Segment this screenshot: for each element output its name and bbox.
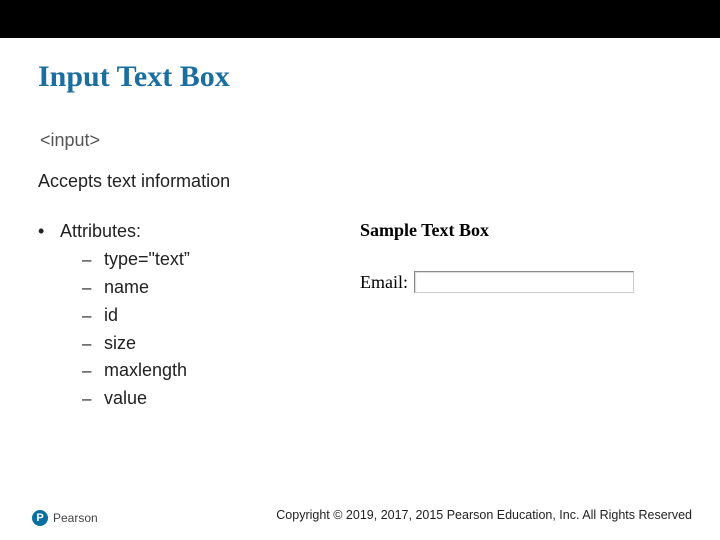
attribute-label: size: [104, 330, 136, 358]
attribute-label: id: [104, 302, 118, 330]
copyright: Copyright © 2019, 2017, 2015 Pearson Edu…: [276, 508, 692, 522]
list-item: –name: [82, 274, 360, 302]
slide-title: Input Text Box: [38, 60, 682, 94]
sample-column: Sample Text Box Email:: [360, 218, 682, 293]
attributes-column: • Attributes: –type="text” –name –id –si…: [38, 218, 360, 413]
bullet-lead: • Attributes:: [38, 218, 360, 246]
pearson-logo: P Pearson: [32, 510, 98, 526]
list-item: –maxlength: [82, 357, 360, 385]
email-field[interactable]: [414, 271, 634, 293]
bullet-dot: •: [38, 218, 60, 246]
attribute-label: maxlength: [104, 357, 187, 385]
list-item: –type="text”: [82, 246, 360, 274]
attribute-label: name: [104, 274, 149, 302]
list-item: –id: [82, 302, 360, 330]
logo-text: Pearson: [53, 511, 98, 525]
sample-heading: Sample Text Box: [360, 220, 682, 241]
list-item: –value: [82, 385, 360, 413]
description: Accepts text information: [38, 171, 682, 192]
content-row: • Attributes: –type="text” –name –id –si…: [38, 218, 682, 413]
list-item: –size: [82, 330, 360, 358]
logo-mark: P: [32, 510, 48, 526]
attribute-label: value: [104, 385, 147, 413]
attributes-list: –type="text” –name –id –size –maxlength …: [82, 246, 360, 413]
sample-label: Email:: [360, 272, 408, 293]
code-tag: <input>: [40, 130, 682, 151]
slide: Input Text Box <input> Accepts text info…: [0, 38, 720, 540]
bullet-lead-text: Attributes:: [60, 218, 141, 246]
attribute-label: type="text”: [104, 246, 190, 274]
